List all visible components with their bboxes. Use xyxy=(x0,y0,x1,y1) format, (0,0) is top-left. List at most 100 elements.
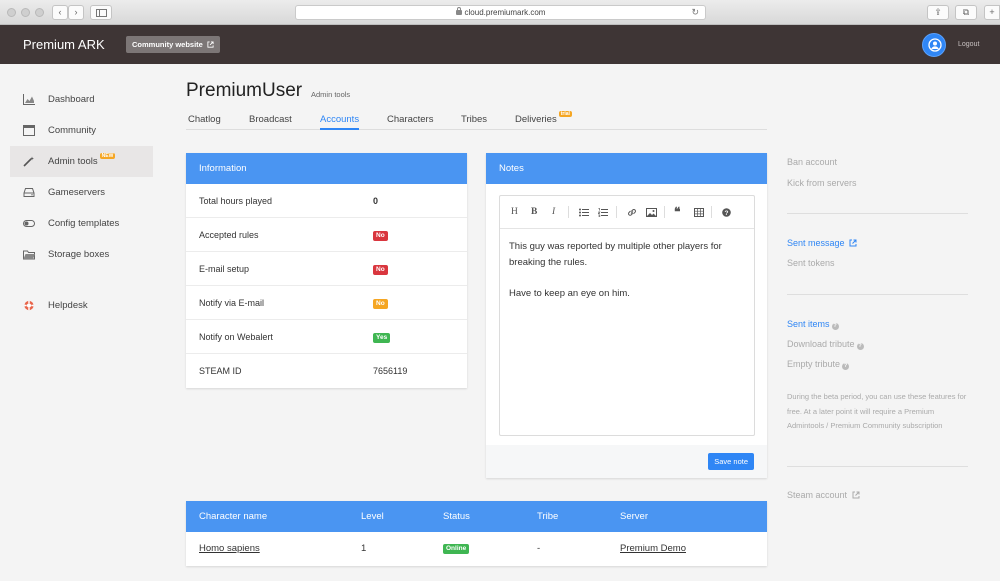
tab-broadcast[interactable]: Broadcast xyxy=(249,111,292,130)
info-label: STEAM ID xyxy=(199,366,242,376)
column-header-status: Status xyxy=(443,511,470,522)
sidebar-item-community[interactable]: Community xyxy=(10,115,153,146)
save-note-button[interactable]: Save note xyxy=(708,453,754,470)
sidebar-item-config-templates[interactable]: Config templates xyxy=(10,208,153,239)
quote-icon[interactable]: ❝ xyxy=(674,205,680,219)
help-icon[interactable]: ? xyxy=(856,343,864,350)
status-badge: No xyxy=(373,265,388,275)
sidebar-item-label: Gameservers xyxy=(48,187,106,198)
info-label: Total hours played xyxy=(199,196,273,206)
steam-account-link[interactable]: Steam account xyxy=(787,490,860,500)
external-link-icon xyxy=(852,491,860,499)
column-header-server: Server xyxy=(620,511,648,522)
help-icon[interactable]: ? xyxy=(842,363,850,370)
steam-account-label: Steam account xyxy=(787,490,848,500)
notes-footer: Save note xyxy=(486,445,767,478)
url-text: cloud.premiumark.com xyxy=(464,8,546,17)
tab-tribes[interactable]: Tribes xyxy=(461,111,487,130)
image-icon[interactable] xyxy=(646,208,657,217)
info-row: Accepted rules No xyxy=(186,218,467,252)
browser-chrome: ‹ › cloud.premiumark.com ↻ ⇪ ⧉ + xyxy=(0,0,1000,25)
download-tribute-link[interactable]: Download tribute? xyxy=(787,339,864,350)
beta-notice: During the beta period, you can use thes… xyxy=(787,392,967,430)
sent-tokens-link[interactable]: Sent tokens xyxy=(787,258,835,268)
table-row: Homo sapiens 1 Online - Premium Demo xyxy=(186,532,767,566)
table-icon[interactable] xyxy=(694,208,704,217)
tab-characters[interactable]: Characters xyxy=(387,111,433,130)
help-icon[interactable]: ? xyxy=(831,323,839,330)
tab-accounts[interactable]: Accounts xyxy=(320,111,360,130)
new-badge: NEW xyxy=(99,153,116,159)
minimize-window-icon[interactable] xyxy=(21,8,30,17)
sent-message-label: Sent message xyxy=(787,238,845,248)
note-paragraph: Have to keep an eye on him. xyxy=(509,288,630,299)
info-label: Notify via E-mail xyxy=(199,298,265,308)
bullet-list-icon[interactable] xyxy=(579,208,589,217)
steam-id-value: 7656119 xyxy=(373,366,408,376)
sent-items-label: Sent items xyxy=(787,319,830,329)
community-website-button[interactable]: Community website xyxy=(126,36,220,53)
address-bar[interactable]: cloud.premiumark.com ↻ xyxy=(295,5,706,20)
empty-tribute-link[interactable]: Empty tribute? xyxy=(787,359,850,370)
user-avatar[interactable] xyxy=(922,33,946,57)
notes-text-area[interactable]: This guy was reported by multiple other … xyxy=(500,229,754,327)
column-header-tribe: Tribe xyxy=(537,511,559,522)
user-icon xyxy=(928,38,942,52)
tab-deliveries[interactable]: Deliveries trial xyxy=(515,111,572,130)
sidebar-item-dashboard[interactable]: Dashboard xyxy=(10,84,153,115)
numbered-list-icon[interactable] xyxy=(598,208,608,217)
app-header: Premium ARK Community website Logout xyxy=(0,25,1000,64)
lifebuoy-icon xyxy=(24,300,34,311)
tab-chatlog[interactable]: Chatlog xyxy=(188,111,221,130)
window-icon xyxy=(23,125,35,136)
forward-button[interactable]: › xyxy=(68,5,84,20)
bold-icon[interactable]: B xyxy=(531,207,537,217)
character-name-link[interactable]: Homo sapiens xyxy=(199,532,260,566)
trial-badge: trial xyxy=(558,111,572,117)
page-subtitle: Admin tools xyxy=(311,90,351,99)
sidebar-item-storage-boxes[interactable]: Storage boxes xyxy=(10,239,153,270)
close-window-icon[interactable] xyxy=(7,8,16,17)
tab-bar: Chatlog Broadcast Accounts Characters Tr… xyxy=(186,111,767,130)
reload-icon[interactable]: ↻ xyxy=(691,6,699,19)
zoom-window-icon[interactable] xyxy=(35,8,44,17)
kick-from-servers-link[interactable]: Kick from servers xyxy=(787,178,857,188)
notes-editor[interactable]: H B I ❝ ? This guy was reported by multi… xyxy=(499,195,755,436)
column-header-character-name: Character name xyxy=(199,511,268,522)
status-badge: No xyxy=(373,231,388,241)
information-card: Information Total hours played 0 Accepte… xyxy=(186,153,467,388)
sidebar-item-label: Config templates xyxy=(48,218,120,229)
share-button[interactable]: ⇪ xyxy=(927,5,949,20)
info-row: STEAM ID 7656119 xyxy=(186,354,467,388)
help-icon[interactable]: ? xyxy=(722,208,731,217)
information-title: Information xyxy=(186,153,467,184)
brand-logo[interactable]: Premium ARK xyxy=(23,37,105,52)
table-header: Character name Level Status Tribe Server xyxy=(186,501,767,532)
tabs-overview-button[interactable]: ⧉ xyxy=(955,5,977,20)
sent-items-link[interactable]: Sent items? xyxy=(787,319,839,330)
sidebar-toggle-button[interactable] xyxy=(90,5,112,20)
sidebar-item-label: Admin tools xyxy=(48,156,98,167)
info-label: Notify on Webalert xyxy=(199,332,273,342)
info-label: Accepted rules xyxy=(199,230,259,240)
sent-message-link[interactable]: Sent message xyxy=(787,238,857,248)
link-icon[interactable] xyxy=(627,208,637,217)
sidebar-item-gameservers[interactable]: Gameservers xyxy=(10,177,153,208)
community-website-label: Community website xyxy=(132,40,203,49)
server-link[interactable]: Premium Demo xyxy=(620,532,686,566)
logout-link[interactable]: Logout xyxy=(958,41,979,48)
italic-icon[interactable]: I xyxy=(552,207,555,217)
ban-account-link[interactable]: Ban account xyxy=(787,157,837,167)
online-status-badge: Online xyxy=(443,544,470,554)
sidebar-item-helpdesk[interactable]: Helpdesk xyxy=(10,290,153,321)
heading-icon[interactable]: H xyxy=(511,207,518,217)
editor-toolbar: H B I ❝ ? xyxy=(500,196,754,229)
sidebar-item-admin-tools[interactable]: Admin tools NEW xyxy=(10,146,153,177)
total-hours-value: 0 xyxy=(373,196,379,206)
new-tab-button[interactable]: + xyxy=(984,5,1000,20)
back-button[interactable]: ‹ xyxy=(52,5,68,20)
notes-card: Notes H B I ❝ ? This guy was reported by… xyxy=(486,153,767,478)
svg-text:?: ? xyxy=(725,210,729,217)
empty-tribute-label: Empty tribute xyxy=(787,359,841,369)
characters-table: Character name Level Status Tribe Server… xyxy=(186,501,767,566)
